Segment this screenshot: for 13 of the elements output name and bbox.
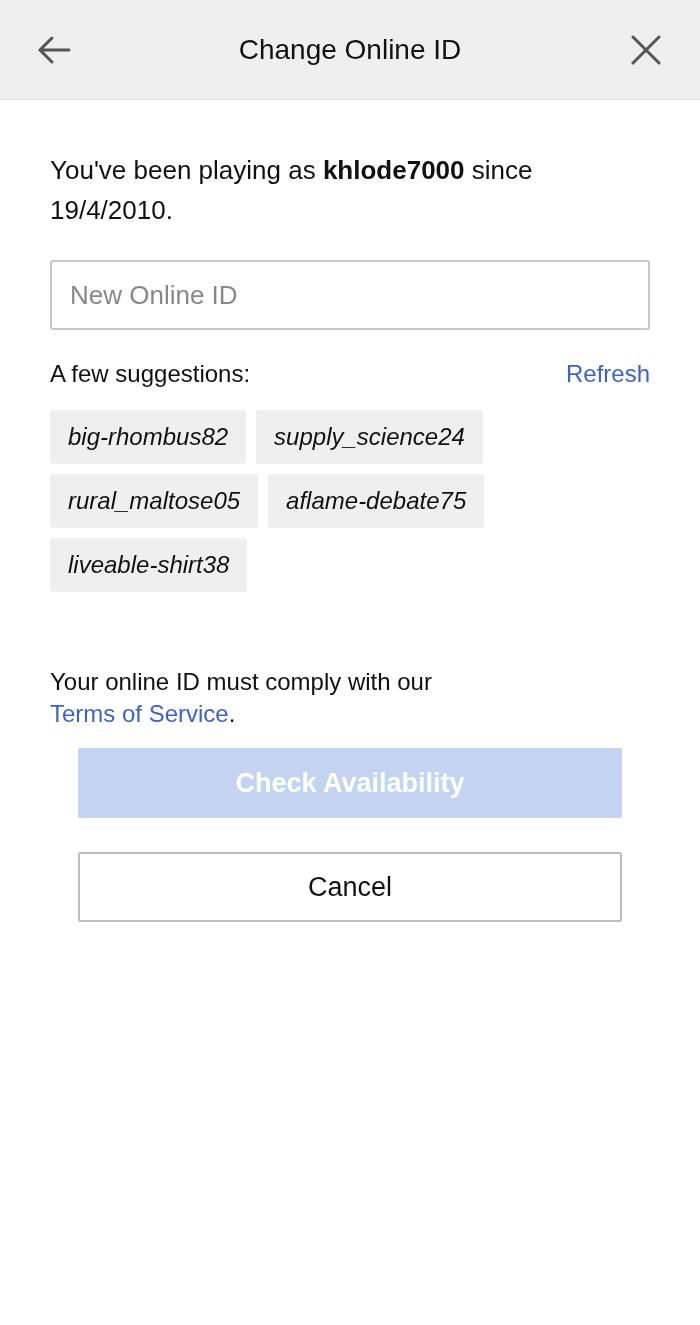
- terms-link[interactable]: Terms of Service: [50, 700, 229, 727]
- online-id-field[interactable]: New Online ID: [50, 260, 650, 330]
- window-title: Change Online ID: [238, 32, 462, 67]
- suggestion-chip[interactable]: aflame-debate75: [268, 474, 485, 528]
- suggestion-chip[interactable]: liveable-shirt38: [50, 538, 248, 592]
- cancel-button[interactable]: Cancel: [78, 852, 622, 922]
- terms-text: Your online ID must comply with our Terms of Service.: [50, 667, 433, 729]
- suggestion-chip[interactable]: supply_science24: [256, 410, 483, 464]
- suggestion-chip[interactable]: rural_maltose05: [50, 474, 259, 528]
- refresh-link[interactable]: Refresh: [565, 356, 650, 392]
- intro-text: You've been playing as khlode7000 since 19/4/2010.: [50, 154, 534, 227]
- suggestions-label: A few suggestions:: [50, 359, 251, 389]
- suggestion-chip[interactable]: big-rhombus82: [50, 410, 247, 464]
